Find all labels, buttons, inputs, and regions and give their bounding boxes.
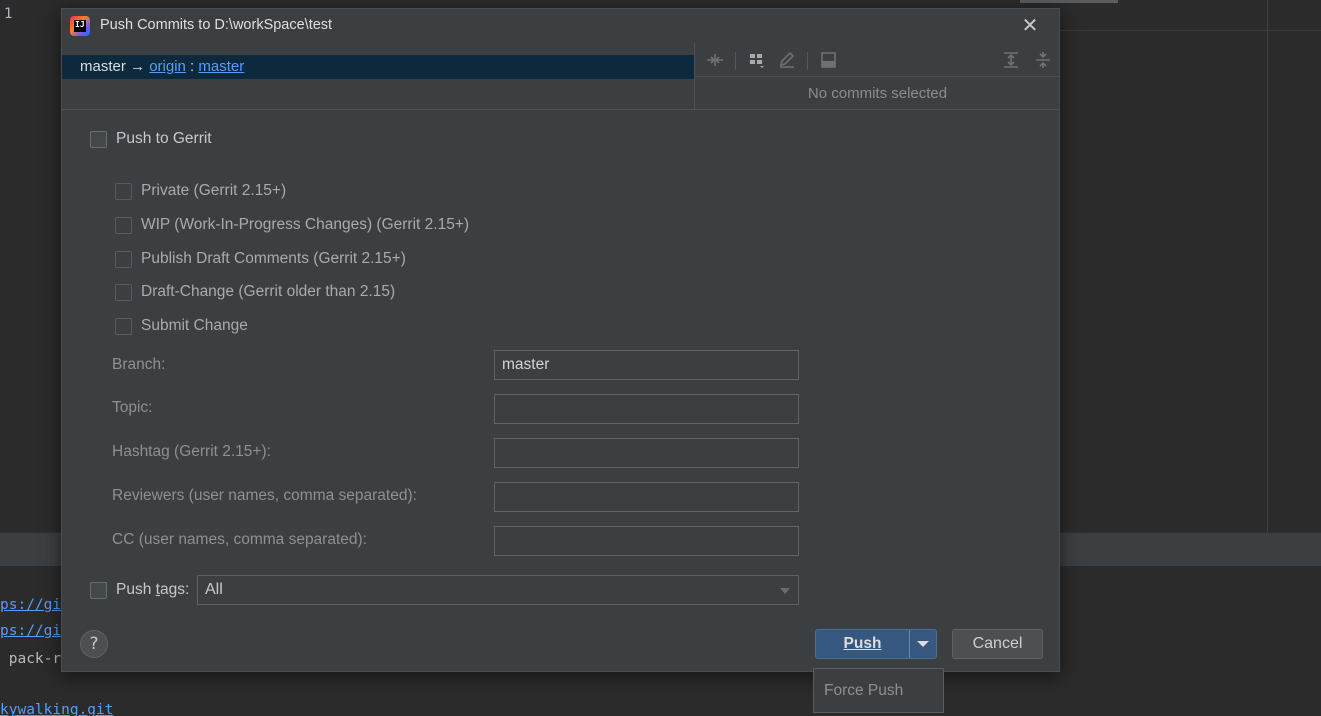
branch-field[interactable]: master <box>494 350 799 380</box>
local-branch: master <box>80 58 126 75</box>
checkbox-label: Submit Change <box>141 317 248 334</box>
push-commits-dialog: IJ Push Commits to D:\workSpace\test ✕ m… <box>61 8 1060 672</box>
chevron-down-icon <box>917 641 929 647</box>
reviewers-label: Reviewers (user names, comma separated): <box>112 487 417 504</box>
dialog-titlebar[interactable]: IJ Push Commits to D:\workSpace\test ✕ <box>62 9 1059 43</box>
checkbox-box[interactable] <box>115 216 132 234</box>
topic-label: Topic: <box>112 399 153 416</box>
private-checkbox[interactable]: Private (Gerrit 2.15+) <box>115 182 286 200</box>
checkbox-box[interactable] <box>115 250 132 268</box>
checkbox-label: WIP (Work-In-Progress Changes) (Gerrit 2… <box>141 216 470 233</box>
right-margin-line <box>1267 0 1268 532</box>
commit-details-panel: No commits selected <box>695 43 1060 109</box>
topic-field[interactable] <box>494 394 799 424</box>
wip-checkbox[interactable]: WIP (Work-In-Progress Changes) (Gerrit 2… <box>115 216 469 234</box>
checkbox-label: Publish Draft Comments (Gerrit 2.15+) <box>141 250 406 267</box>
merge-arrows-icon[interactable] <box>705 51 725 69</box>
no-commits-message: No commits selected <box>807 85 948 102</box>
toolbar-separator <box>735 52 736 70</box>
branch-row[interactable]: master → origin : master <box>62 55 694 79</box>
line-number: 1 <box>4 6 13 22</box>
chevron-down-icon <box>780 588 790 594</box>
editor-divider <box>1060 30 1321 31</box>
editor-tab-scroll-thumb[interactable] <box>1020 0 1118 3</box>
push-options-dropdown[interactable] <box>910 630 936 658</box>
dialog-title: Push Commits to D:\workSpace\test <box>100 17 333 33</box>
push-tree-area: master → origin : master No commits sele… <box>62 43 1060 110</box>
checkbox-label: Push tags: <box>116 581 189 599</box>
submit-change-checkbox[interactable]: Submit Change <box>115 317 248 335</box>
group-by-icon[interactable] <box>747 51 767 69</box>
push-tags-select[interactable]: All <box>197 575 799 605</box>
details-toolbar <box>695 43 1060 77</box>
intellij-idea-icon: IJ <box>70 16 90 36</box>
console-line[interactable]: ps://gi <box>0 623 61 639</box>
draft-change-checkbox[interactable]: Draft-Change (Gerrit older than 2.15) <box>115 283 395 301</box>
separator: : <box>190 58 195 75</box>
show-details-icon[interactable] <box>819 51 839 69</box>
push-button[interactable]: Push <box>816 630 909 658</box>
repository-tree: master → origin : master <box>62 43 694 109</box>
console-line[interactable]: ps://gi <box>0 597 61 613</box>
push-tags-checkbox[interactable]: Push tags: <box>90 581 189 599</box>
hashtag-field[interactable] <box>494 438 799 468</box>
push-split-button[interactable]: Push <box>815 629 937 659</box>
toolbar-separator <box>807 52 808 70</box>
cc-label: CC (user names, comma separated): <box>112 531 367 548</box>
push-tags-selected: All <box>205 581 223 598</box>
reviewers-field[interactable] <box>494 482 799 512</box>
hashtag-label: Hashtag (Gerrit 2.15+): <box>112 443 271 460</box>
expand-all-icon[interactable] <box>1001 51 1021 69</box>
push-tags-label-suffix: ags: <box>159 581 190 598</box>
target-branch-link[interactable]: master <box>198 58 244 75</box>
help-button[interactable]: ? <box>80 630 108 658</box>
cc-field[interactable] <box>494 526 799 556</box>
publish-draft-comments-checkbox[interactable]: Publish Draft Comments (Gerrit 2.15+) <box>115 250 406 268</box>
checkbox-box[interactable] <box>115 317 132 335</box>
checkbox-box[interactable] <box>90 130 107 148</box>
checkbox-label: Draft-Change (Gerrit older than 2.15) <box>141 283 396 300</box>
cancel-button[interactable]: Cancel <box>952 629 1043 659</box>
console-line[interactable]: kywalking.git <box>0 702 114 716</box>
checkbox-box[interactable] <box>115 283 132 301</box>
push-to-gerrit-checkbox[interactable]: Push to Gerrit <box>90 130 212 148</box>
collapse-all-icon[interactable] <box>1033 51 1053 69</box>
checkbox-box[interactable] <box>115 182 132 200</box>
remote-link[interactable]: origin <box>149 58 186 75</box>
checkbox-label: Private (Gerrit 2.15+) <box>141 182 287 199</box>
checkbox-box[interactable] <box>90 581 107 599</box>
close-icon[interactable]: ✕ <box>1019 15 1041 37</box>
branch-label: Branch: <box>112 356 166 373</box>
force-push-menu-item[interactable]: Force Push <box>813 668 944 713</box>
console-line: pack-r <box>0 651 62 667</box>
edit-icon[interactable] <box>777 51 797 69</box>
arrow-icon: → <box>130 58 146 75</box>
checkbox-label: Push to Gerrit <box>116 130 212 147</box>
push-tags-label-prefix: Push <box>116 581 156 598</box>
